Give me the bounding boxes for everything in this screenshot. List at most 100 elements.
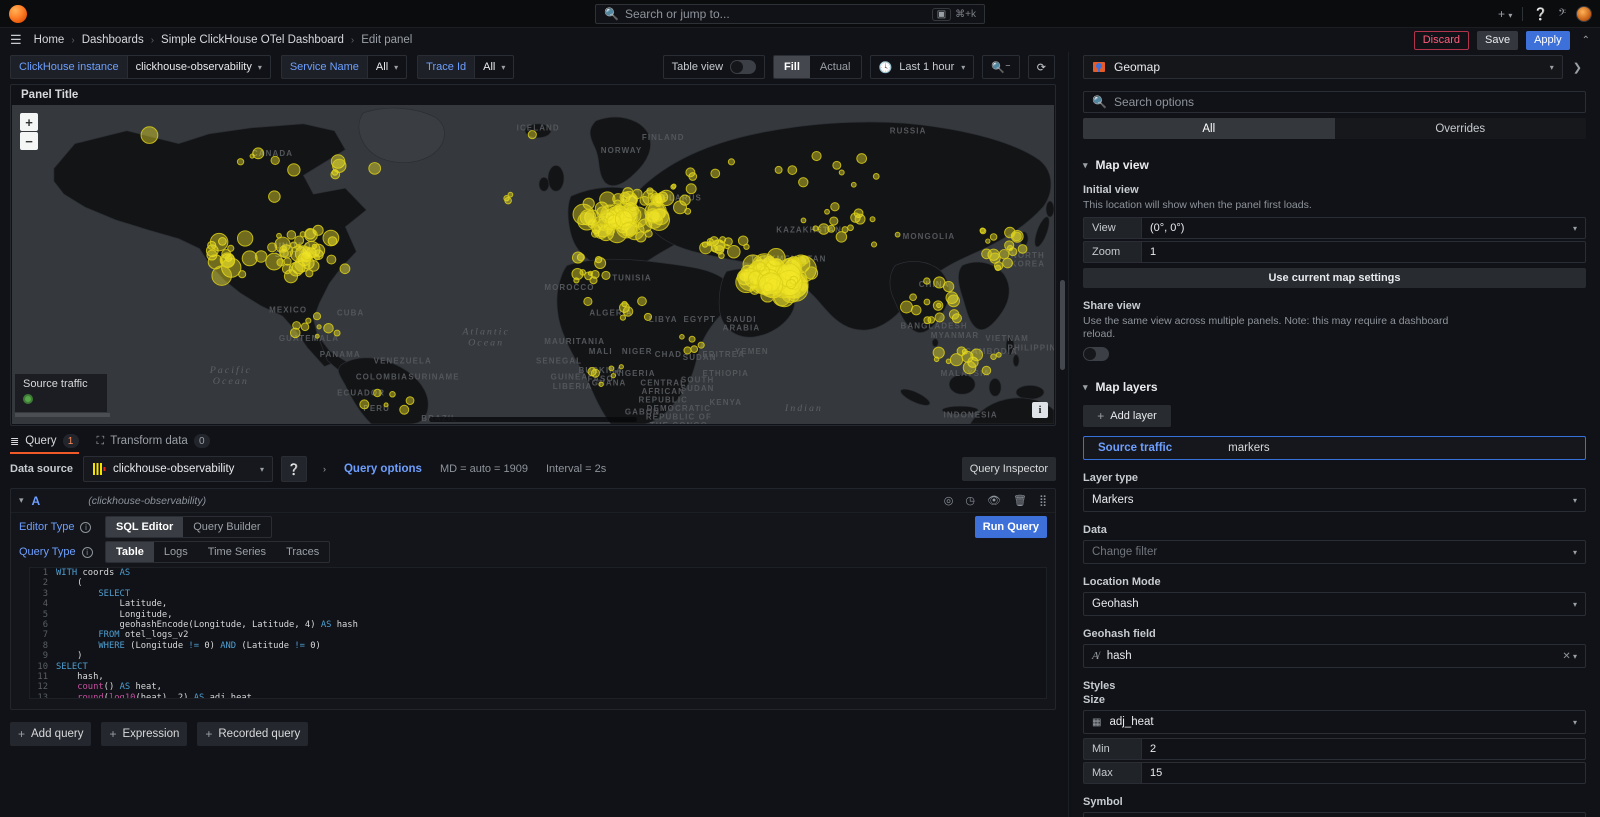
run-query-button[interactable]: Run Query <box>975 516 1047 538</box>
map-data-point[interactable] <box>406 397 414 405</box>
map-zoom-in-button[interactable]: + <box>20 113 38 131</box>
map-data-point[interactable] <box>1005 227 1016 238</box>
map-data-point[interactable] <box>315 334 319 338</box>
data-filter-select[interactable]: Change filter▾ <box>1083 540 1586 564</box>
map-data-point[interactable] <box>623 307 633 317</box>
map-data-point[interactable] <box>684 347 691 354</box>
map-data-point[interactable] <box>719 253 725 259</box>
map-data-point[interactable] <box>308 261 319 272</box>
use-current-map-settings-button[interactable]: Use current map settings <box>1083 268 1586 288</box>
panel-title[interactable]: Panel Title <box>11 85 1055 105</box>
map-data-point[interactable] <box>873 174 879 180</box>
help-icon[interactable]: ❔ <box>1533 7 1548 21</box>
min-input[interactable]: 2 <box>1141 738 1586 760</box>
sql-line[interactable]: 4 Latitude, <box>30 599 1046 609</box>
zoom-out-time-button[interactable]: 🔍⁻ <box>982 55 1020 79</box>
collapse-query-icon[interactable]: ▾ <box>19 495 24 506</box>
map-data-point[interactable] <box>728 159 734 165</box>
query-options-chevron-icon[interactable]: › <box>323 464 326 474</box>
size-field-select[interactable]: ▦ adj_heat▾ <box>1083 710 1586 734</box>
map-data-point[interactable] <box>986 239 990 243</box>
map-data-point[interactable] <box>284 258 291 265</box>
collapse-options-icon[interactable]: ⌃ <box>1582 35 1590 46</box>
sql-line[interactable]: 5 Longitude, <box>30 610 1046 620</box>
sql-line[interactable]: 8 WHERE (Longitude != 0) AND (Latitude !… <box>30 641 1046 651</box>
symbol-select[interactable]: circle.svg ✕ <box>1083 812 1586 817</box>
map-data-point[interactable] <box>374 389 382 397</box>
duplicate-query-icon[interactable]: ◎ <box>944 494 954 507</box>
map-data-point[interactable] <box>831 203 839 211</box>
map-data-point[interactable] <box>857 154 867 164</box>
map-data-point[interactable] <box>369 163 381 175</box>
map-data-point[interactable] <box>609 366 614 371</box>
map-data-point[interactable] <box>933 347 944 358</box>
vertical-scrollbar[interactable] <box>1060 280 1065 370</box>
map-data-point[interactable] <box>833 161 841 169</box>
map-data-point[interactable] <box>638 297 647 306</box>
map-data-point[interactable] <box>825 209 830 214</box>
sql-line[interactable]: 13 round(log10(heat), 2) AS adj_heat <box>30 693 1046 699</box>
map-data-point[interactable] <box>578 212 596 230</box>
map-data-point[interactable] <box>686 184 696 194</box>
fill-button[interactable]: Fill <box>774 56 810 78</box>
share-view-toggle[interactable] <box>1083 347 1109 361</box>
variable-value-dropdown[interactable]: clickhouse-observability▾ <box>127 55 271 79</box>
breadcrumb-item[interactable]: Home <box>34 34 65 46</box>
variable-value-dropdown[interactable]: All▾ <box>474 55 514 79</box>
map-data-point[interactable] <box>671 185 676 190</box>
map-data-point[interactable] <box>305 229 318 241</box>
geohash-field-select[interactable]: A̸ hash ✕ ▾ <box>1083 644 1586 668</box>
map-data-point[interactable] <box>628 194 638 204</box>
toggle-visibility-icon[interactable]: 👁 <box>987 494 1001 507</box>
map-data-point[interactable] <box>301 247 314 259</box>
map-data-point[interactable] <box>301 323 309 331</box>
location-mode-select[interactable]: Geohash▾ <box>1083 592 1586 616</box>
view-select[interactable]: (0°, 0°)▾ <box>1141 217 1586 239</box>
map-data-point[interactable] <box>714 240 725 251</box>
expand-options-icon[interactable]: ❯ <box>1569 61 1586 74</box>
map-data-point[interactable] <box>895 232 900 237</box>
map-data-point[interactable] <box>237 231 252 246</box>
map-data-point[interactable] <box>756 262 765 271</box>
map-data-point[interactable] <box>851 182 856 187</box>
map-data-point[interactable] <box>317 325 321 329</box>
sql-line[interactable]: 12 count() AS heat, <box>30 682 1046 692</box>
map-data-point[interactable] <box>253 148 264 159</box>
map-data-point[interactable] <box>759 273 783 297</box>
options-search-input[interactable]: 🔍 Search options <box>1083 91 1586 113</box>
map-data-point[interactable] <box>935 313 944 322</box>
map-data-point[interactable] <box>640 196 649 205</box>
map-data-point[interactable] <box>711 169 720 178</box>
map-data-point[interactable] <box>870 217 875 222</box>
sql-line[interactable]: 1WITH coords AS <box>30 568 1046 578</box>
map-data-point[interactable] <box>620 315 625 320</box>
map-data-point[interactable] <box>313 313 320 320</box>
map-data-point[interactable] <box>934 277 945 288</box>
map-data-point[interactable] <box>680 335 685 340</box>
sql-line[interactable]: 11 hash, <box>30 672 1046 682</box>
map-zoom-out-button[interactable]: − <box>20 132 38 150</box>
map-data-point[interactable] <box>995 265 1001 271</box>
breadcrumb-item[interactable]: Dashboards <box>82 34 144 46</box>
discard-button[interactable]: Discard <box>1414 31 1469 50</box>
map-data-point[interactable] <box>269 191 281 202</box>
map-data-point[interactable] <box>323 230 339 246</box>
map-data-point[interactable] <box>828 225 835 232</box>
map-data-point[interactable] <box>725 244 729 248</box>
table-view-toggle[interactable]: Table view <box>663 55 765 79</box>
tab-all[interactable]: All <box>1083 118 1335 139</box>
zoom-input[interactable]: 1 <box>1141 241 1586 263</box>
map-data-point[interactable] <box>924 299 930 305</box>
query-history-icon[interactable]: ◷ <box>965 494 975 507</box>
max-input[interactable]: 15 <box>1141 762 1586 784</box>
map-data-point[interactable] <box>686 168 695 177</box>
section-map-view[interactable]: ▾ Map view <box>1083 158 1586 172</box>
delete-query-icon[interactable]: 🗑 <box>1013 494 1027 507</box>
map-data-point[interactable] <box>228 245 234 251</box>
search-input[interactable]: 🔍 Search or jump to... ▣ ⌘+k <box>595 4 985 24</box>
map-data-point[interactable] <box>1003 258 1013 268</box>
editor-mode-sql-editor[interactable]: SQL Editor <box>106 517 183 537</box>
map-data-point[interactable] <box>654 194 665 205</box>
map-data-point[interactable] <box>277 259 284 266</box>
map-data-point[interactable] <box>572 252 583 263</box>
